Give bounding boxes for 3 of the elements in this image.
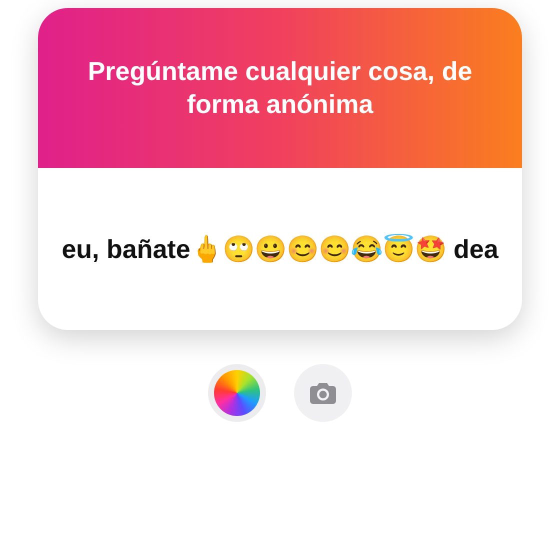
sticker-title: Pregúntame cualquier cosa, de forma anónima [86, 55, 474, 121]
answer-text[interactable]: eu, bañate🖕🙄😀😊😊😂😇🤩 dea [60, 229, 500, 269]
camera-icon [310, 382, 336, 404]
